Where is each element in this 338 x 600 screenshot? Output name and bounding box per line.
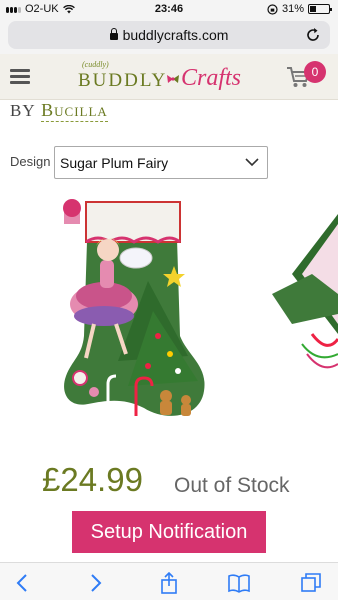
battery-fill bbox=[310, 6, 316, 12]
cart-count-badge[interactable]: 0 bbox=[304, 61, 326, 83]
battery-icon bbox=[308, 4, 332, 14]
tabs-icon[interactable] bbox=[300, 572, 322, 594]
logo-script-text: Crafts bbox=[181, 65, 242, 91]
battery-percent: 31% bbox=[281, 3, 304, 15]
site-logo[interactable]: (cuddly) BUDDLY Crafts bbox=[78, 60, 258, 96]
brand-by-label: BY bbox=[10, 101, 36, 120]
status-bar: O2-UK 23:46 31% bbox=[0, 0, 338, 18]
url-label: buddlycrafts.com bbox=[122, 27, 229, 43]
forward-icon[interactable] bbox=[84, 572, 106, 594]
browser-chrome: buddlycrafts.com bbox=[0, 18, 338, 54]
bow-icon bbox=[167, 75, 179, 83]
next-product-image[interactable] bbox=[272, 214, 338, 384]
browser-toolbar bbox=[0, 562, 338, 600]
brand-line: BY Bucilla bbox=[10, 100, 108, 122]
logo-main-text: BUDDLY bbox=[78, 70, 168, 91]
product-image[interactable] bbox=[58, 186, 218, 430]
orientation-lock-icon bbox=[267, 3, 278, 15]
back-icon[interactable] bbox=[12, 572, 34, 594]
reload-icon[interactable] bbox=[304, 26, 322, 44]
design-select[interactable]: Sugar Plum Fairy bbox=[54, 146, 268, 179]
logo-small-text: (cuddly) bbox=[82, 60, 109, 69]
share-icon[interactable] bbox=[158, 572, 180, 594]
site-header: (cuddly) BUDDLY Crafts bbox=[0, 54, 338, 100]
product-price: £24.99 bbox=[42, 461, 143, 498]
brand-link[interactable]: Bucilla bbox=[41, 100, 108, 122]
stock-status: Out of Stock bbox=[174, 474, 290, 497]
status-right: 31% bbox=[267, 3, 332, 15]
address-bar[interactable]: buddlycrafts.com bbox=[8, 21, 330, 49]
address-text[interactable]: buddlycrafts.com bbox=[8, 27, 330, 43]
design-label: Design bbox=[10, 154, 51, 169]
setup-notification-button[interactable]: Setup Notification bbox=[72, 511, 266, 553]
chevron-down-icon bbox=[245, 158, 259, 167]
menu-icon[interactable] bbox=[10, 69, 30, 85]
bookmarks-icon[interactable] bbox=[228, 572, 250, 594]
lock-icon bbox=[109, 28, 118, 40]
design-selected-value: Sugar Plum Fairy bbox=[60, 155, 169, 171]
